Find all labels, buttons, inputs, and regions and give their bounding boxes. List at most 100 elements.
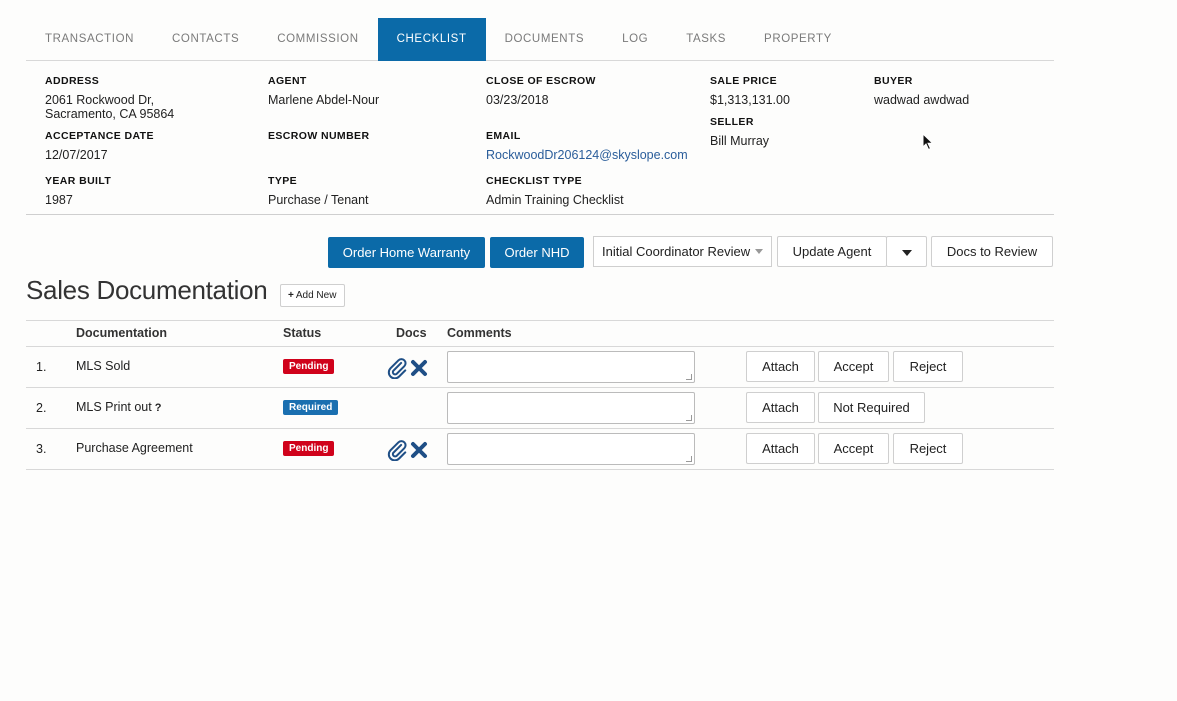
tab-checklist[interactable]: CHECKLIST — [377, 18, 486, 61]
sale-price-value: $1,313,131.00 — [710, 93, 790, 107]
agent-field: AGENT Marlene Abdel-Nour — [268, 75, 379, 107]
comment-input[interactable] — [447, 392, 695, 424]
document-name: Purchase Agreement — [76, 441, 193, 455]
acceptance-date-value: 12/07/2017 — [45, 148, 108, 162]
checklist-type-label: CHECKLIST TYPE — [486, 175, 583, 187]
remove-x-icon[interactable] — [410, 359, 428, 377]
address-field: ADDRESS 2061 Rockwood Dr, Sacramento, CA… — [45, 75, 174, 121]
agent-value: Marlene Abdel-Nour — [268, 93, 380, 107]
sale-price-field: SALE PRICE $1,313,131.00 — [710, 75, 790, 107]
row-number: 3. — [36, 442, 47, 456]
header-documentation: Documentation — [76, 326, 167, 340]
address-line1: 2061 Rockwood Dr, — [45, 93, 155, 107]
seller-value: Bill Murray — [710, 134, 770, 148]
type-label: TYPE — [268, 175, 298, 187]
status-badge-pending: Pending — [283, 359, 335, 374]
add-new-label: Add New — [295, 290, 337, 301]
table-row: 1. MLS Sold Pending Attach Accept Reject — [26, 347, 1054, 388]
tab-contacts[interactable]: CONTACTS — [153, 18, 258, 61]
status-badge-required: Required — [283, 400, 339, 415]
status-badge-pending: Pending — [283, 441, 335, 456]
agent-label: AGENT — [268, 75, 307, 87]
remove-x-icon[interactable] — [410, 441, 428, 459]
buyer-value: wadwad awdwad — [874, 93, 970, 107]
update-agent-button[interactable]: Update Agent — [777, 236, 887, 267]
year-built-field: YEAR BUILT 1987 — [45, 175, 111, 207]
tab-log[interactable]: LOG — [603, 18, 667, 61]
mouse-cursor-icon — [922, 133, 934, 151]
plus-icon: + — [288, 290, 294, 301]
close-of-escrow-label: CLOSE OF ESCROW — [486, 75, 596, 87]
resize-grip-icon[interactable] — [686, 415, 692, 421]
paperclip-icon[interactable] — [386, 357, 408, 379]
close-of-escrow-field: CLOSE OF ESCROW 03/23/2018 — [486, 75, 596, 107]
table-header: Documentation Status Docs Comments — [26, 321, 1054, 347]
header-comments: Comments — [447, 326, 512, 340]
paperclip-icon[interactable] — [386, 439, 408, 461]
review-status-select[interactable]: Initial Coordinator Review — [593, 236, 772, 267]
tab-tasks[interactable]: TASKS — [667, 18, 745, 61]
tab-property[interactable]: PROPERTY — [745, 18, 851, 61]
year-built-label: YEAR BUILT — [45, 175, 112, 187]
year-built-value: 1987 — [45, 193, 73, 207]
attach-button[interactable]: Attach — [746, 392, 815, 423]
email-field: EMAIL RockwoodDr206124@skyslope.com — [486, 130, 688, 162]
reject-button[interactable]: Reject — [893, 351, 963, 382]
attach-button[interactable]: Attach — [746, 433, 815, 464]
header-status: Status — [283, 326, 322, 340]
caret-down-icon — [755, 249, 763, 254]
tab-commission[interactable]: COMMISSION — [258, 18, 377, 61]
checklist-type-field: CHECKLIST TYPE Admin Training Checklist — [486, 175, 624, 207]
transaction-summary: ADDRESS 2061 Rockwood Dr, Sacramento, CA… — [26, 61, 1054, 215]
row-number: 1. — [36, 360, 47, 374]
reject-button[interactable]: Reject — [893, 433, 963, 464]
action-bar: Order Home Warranty Order NHD Initial Co… — [26, 215, 1054, 275]
resize-grip-icon[interactable] — [686, 456, 692, 462]
row-number: 2. — [36, 401, 47, 415]
checklist-type-value: Admin Training Checklist — [486, 193, 624, 207]
header-docs: Docs — [396, 326, 427, 340]
address-line2: Sacramento, CA 95864 — [45, 107, 175, 121]
seller-label: SELLER — [710, 116, 754, 128]
address-value: 2061 Rockwood Dr, Sacramento, CA 95864 — [45, 93, 174, 121]
add-new-button[interactable]: + Add New — [280, 284, 346, 307]
accept-button[interactable]: Accept — [818, 433, 889, 464]
tab-transaction[interactable]: TRANSACTION — [26, 18, 153, 61]
document-name: MLS Sold — [76, 359, 131, 373]
buyer-label: BUYER — [874, 75, 913, 87]
type-field: TYPE Purchase / Tenant — [268, 175, 369, 207]
escrow-number-field: ESCROW NUMBER — [268, 130, 369, 148]
help-icon[interactable]: ? — [155, 402, 162, 414]
order-nhd-button[interactable]: Order NHD — [490, 237, 584, 268]
sales-documentation-header: Sales Documentation + Add New — [26, 275, 1054, 320]
resize-grip-icon[interactable] — [686, 374, 692, 380]
document-name-label: MLS Print out — [76, 400, 152, 414]
order-home-warranty-button[interactable]: Order Home Warranty — [328, 237, 485, 268]
review-status-value: Initial Coordinator Review — [602, 244, 751, 259]
type-value: Purchase / Tenant — [268, 193, 369, 207]
update-agent-dropdown-toggle[interactable] — [886, 236, 927, 267]
acceptance-date-label: ACCEPTANCE DATE — [45, 130, 154, 142]
docs-to-review-button[interactable]: Docs to Review — [931, 236, 1053, 267]
tab-bar: TRANSACTION CONTACTS COMMISSION CHECKLIS… — [26, 18, 1054, 61]
accept-button[interactable]: Accept — [818, 351, 889, 382]
caret-down-icon — [901, 250, 912, 256]
comment-input[interactable] — [447, 433, 695, 465]
address-label: ADDRESS — [45, 75, 100, 87]
not-required-button[interactable]: Not Required — [818, 392, 925, 423]
close-of-escrow-value: 03/23/2018 — [486, 93, 549, 107]
section-title: Sales Documentation — [26, 275, 268, 305]
sale-price-label: SALE PRICE — [710, 75, 778, 87]
document-name: MLS Print out? — [76, 400, 161, 414]
buyer-field: BUYER wadwad awdwad — [874, 75, 969, 107]
tab-documents[interactable]: DOCUMENTS — [486, 18, 604, 61]
attach-button[interactable]: Attach — [746, 351, 815, 382]
table-row: 3. Purchase Agreement Pending Attach Acc… — [26, 429, 1054, 470]
email-link[interactable]: RockwoodDr206124@skyslope.com — [486, 148, 688, 162]
email-label: EMAIL — [486, 130, 521, 142]
comment-input[interactable] — [447, 351, 695, 383]
seller-field: SELLER Bill Murray — [710, 116, 769, 148]
documentation-table: Documentation Status Docs Comments 1. ML… — [26, 320, 1054, 470]
table-row: 2. MLS Print out? Required Attach Not Re… — [26, 388, 1054, 429]
acceptance-date-field: ACCEPTANCE DATE 12/07/2017 — [45, 130, 154, 162]
